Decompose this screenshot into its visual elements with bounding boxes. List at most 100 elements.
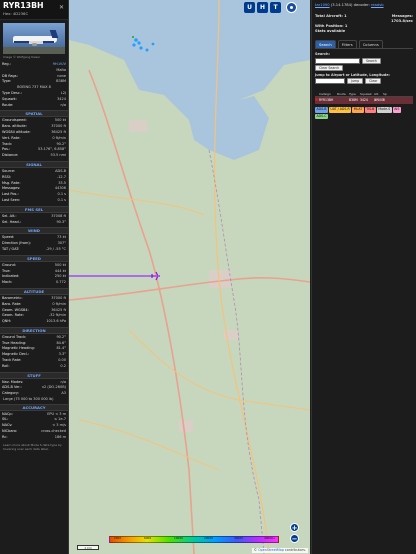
column-header[interactable]: Squawk	[360, 91, 374, 96]
legend-label: 6000	[144, 536, 152, 540]
stats-link[interactable]: Stats available	[315, 29, 413, 34]
map-attribution: © OpenStreetMap contributors.	[251, 548, 308, 553]
map-base	[69, 0, 310, 554]
jump-label: Jump to Airport or Latitude, Longitude:	[315, 73, 390, 77]
clear-search-button[interactable]: Clear Search	[315, 65, 344, 71]
tab-filters[interactable]: Filters	[337, 40, 357, 48]
section-rows: Ground: 500 kt True: 444 kt Indicated: 250 kt…	[0, 263, 68, 286]
jump-input[interactable]	[315, 78, 345, 85]
info-value: -29 / -55 °C	[45, 246, 66, 251]
info-row: Distance: 53.5 nmi	[2, 153, 66, 159]
section-rows: Sel. Alt.: 37008 ft Sel. Head.: 90.3°	[0, 214, 68, 226]
section-altitude: ALTITUDE	[0, 287, 68, 295]
photo-credit: Image © Wolfgang Kaiser	[3, 55, 41, 59]
info-value: 1013.6 hPa	[46, 319, 66, 324]
column-header[interactable]: Sp	[383, 91, 395, 96]
info-label: Rc:	[2, 434, 8, 439]
accuracy-rows: NACp: EPU < 3 m SIL: ≤ 1e-7 NACv: < 3 m/s NICb…	[0, 412, 68, 441]
section-rows: Ground Track: 90.2° True Heading: 84.6° Magn…	[0, 335, 68, 370]
source-legend: ADS-B UAT / ADS-R MLAT TIS-B Mode-S AIS ADS-C	[315, 107, 413, 120]
info-label: Route:	[2, 102, 14, 107]
zoom-out-button[interactable]: −	[290, 534, 299, 543]
column-header[interactable]: Route	[337, 91, 349, 96]
table-body: RYR13BH B38M 3424 37000 5	[315, 97, 413, 105]
map[interactable]: UHT + − 1 km 2000 6000 10000 20000 30000 4000…	[69, 0, 310, 554]
flag-icon	[315, 98, 318, 102]
source-badge: UAT / ADS-R	[328, 107, 352, 113]
source-badge: MLAT	[352, 107, 364, 113]
identity2-rows: Type Desc.: L2J Squawk: 3424 Route: n/a	[0, 91, 68, 108]
search-input[interactable]	[315, 58, 360, 64]
source-badge: Mode-S	[376, 107, 392, 113]
info-value: 53.5 nmi	[50, 153, 66, 158]
identity-rows: Reg.: 9H-VUV Malta DB flags: none Type: B38M	[0, 62, 68, 85]
top-button-row: UHT	[244, 2, 281, 13]
search-label: Search:	[315, 52, 330, 56]
settings-icon[interactable]	[286, 2, 297, 13]
map-button-u[interactable]: U	[244, 2, 255, 13]
column-header[interactable]: Type	[349, 91, 360, 96]
info-row: Mach: 0.772	[2, 280, 66, 286]
panel-tabs: Search Filters Columns	[315, 40, 413, 49]
legend-label: 40000+	[264, 536, 276, 540]
info-label: Type:	[2, 79, 12, 84]
source-badge: ADS-C	[315, 113, 329, 120]
aircraft-photo[interactable]	[3, 23, 65, 54]
table-row[interactable]: RYR13BH B38M 3424 37000 5	[315, 97, 413, 105]
section-rows: Nav. Modes: n/a ADS-B Ver.: v2 (DO-260B) Cat…	[0, 380, 68, 397]
cell-callsign: RYR13BH	[319, 98, 334, 103]
detail-sections: SPATIAL Groundspeed: 500 kt Baro. altitude:…	[0, 110, 68, 397]
section-wind: WIND	[0, 227, 68, 235]
info-label: Sel. Head.:	[2, 219, 22, 224]
info-value: B38M	[56, 79, 66, 84]
decoder-link[interactable]: readsb	[371, 3, 384, 7]
aircraft-list-panel: tar1090 (3.14.1784) decoder: readsb Tota…	[311, 0, 416, 554]
map-button-h[interactable]: H	[257, 2, 268, 13]
tab-search[interactable]: Search	[315, 40, 336, 48]
version-line: tar1090 (3.14.1784) decoder: readsb	[315, 3, 384, 7]
info-row: Route: n/a	[2, 103, 66, 109]
zoom-in-button[interactable]: +	[290, 523, 299, 532]
search-button[interactable]: Search	[362, 58, 381, 64]
aircraft-header: RYR13BH Hex: 4D236C ✕	[0, 0, 68, 20]
info-label: Reg.:	[2, 62, 11, 66]
info-label: Distance:	[2, 153, 19, 158]
info-row: QNH: 1013.6 hPa	[2, 319, 66, 325]
callsign: RYR13BH	[3, 1, 44, 10]
info-label: Roll:	[2, 363, 10, 368]
aircraft-marker	[151, 271, 160, 281]
clear-jump-button[interactable]: Clear	[365, 78, 382, 85]
close-icon[interactable]: ✕	[58, 4, 65, 11]
section-rows: Barometric: 37000 ft Baro. Rate: 0 ft/min Ge…	[0, 296, 68, 325]
info-row: Last Seen: 0.1 s	[2, 198, 66, 204]
tab-columns[interactable]: Columns	[358, 40, 383, 48]
info-value: 0.2	[60, 363, 66, 368]
info-label: Last Seen:	[2, 197, 21, 202]
cell-type: B38M	[349, 98, 358, 103]
hex-code: Hex: 4D236C	[3, 11, 29, 16]
jump-button[interactable]: Jump	[347, 78, 364, 85]
info-value: 0.1 s	[57, 197, 66, 202]
legend-label: 20000	[204, 536, 213, 540]
footer-note: Learn more about Mode S data type by hov…	[3, 442, 62, 451]
info-row: Roll: 0.2	[2, 364, 66, 370]
cell-speed: 5	[383, 98, 385, 103]
source-badge: AIS	[392, 107, 401, 113]
total-aircraft: Total Aircraft: 1	[315, 14, 347, 18]
section-fms-sel: FMS SEL	[0, 205, 68, 213]
legend-label: 30000	[234, 536, 243, 540]
stats-block: Total Aircraft: 1 Messages: 1703.8/sec W…	[312, 12, 416, 36]
osm-link[interactable]: OpenStreetMap	[258, 548, 284, 552]
section-rows: Groundspeed: 500 kt Baro. altitude: 37000 f…	[0, 118, 68, 159]
section-speed: SPEED	[0, 254, 68, 262]
section-spatial: SPATIAL	[0, 110, 68, 118]
map-button-t[interactable]: T	[270, 2, 281, 13]
column-header[interactable]: Alt. (ft)	[374, 91, 383, 102]
info-value: n/a	[60, 102, 66, 107]
info-value: 0.772	[55, 280, 66, 285]
tar1090-link[interactable]: tar1090	[315, 3, 330, 7]
cell-altitude: 37000	[374, 98, 384, 103]
column-header[interactable]: Callsign	[319, 91, 337, 96]
aircraft-info-panel: RYR13BH Hex: 4D236C ✕ Image © Wolfgang K…	[0, 0, 69, 554]
info-value: 186 m	[54, 434, 66, 439]
